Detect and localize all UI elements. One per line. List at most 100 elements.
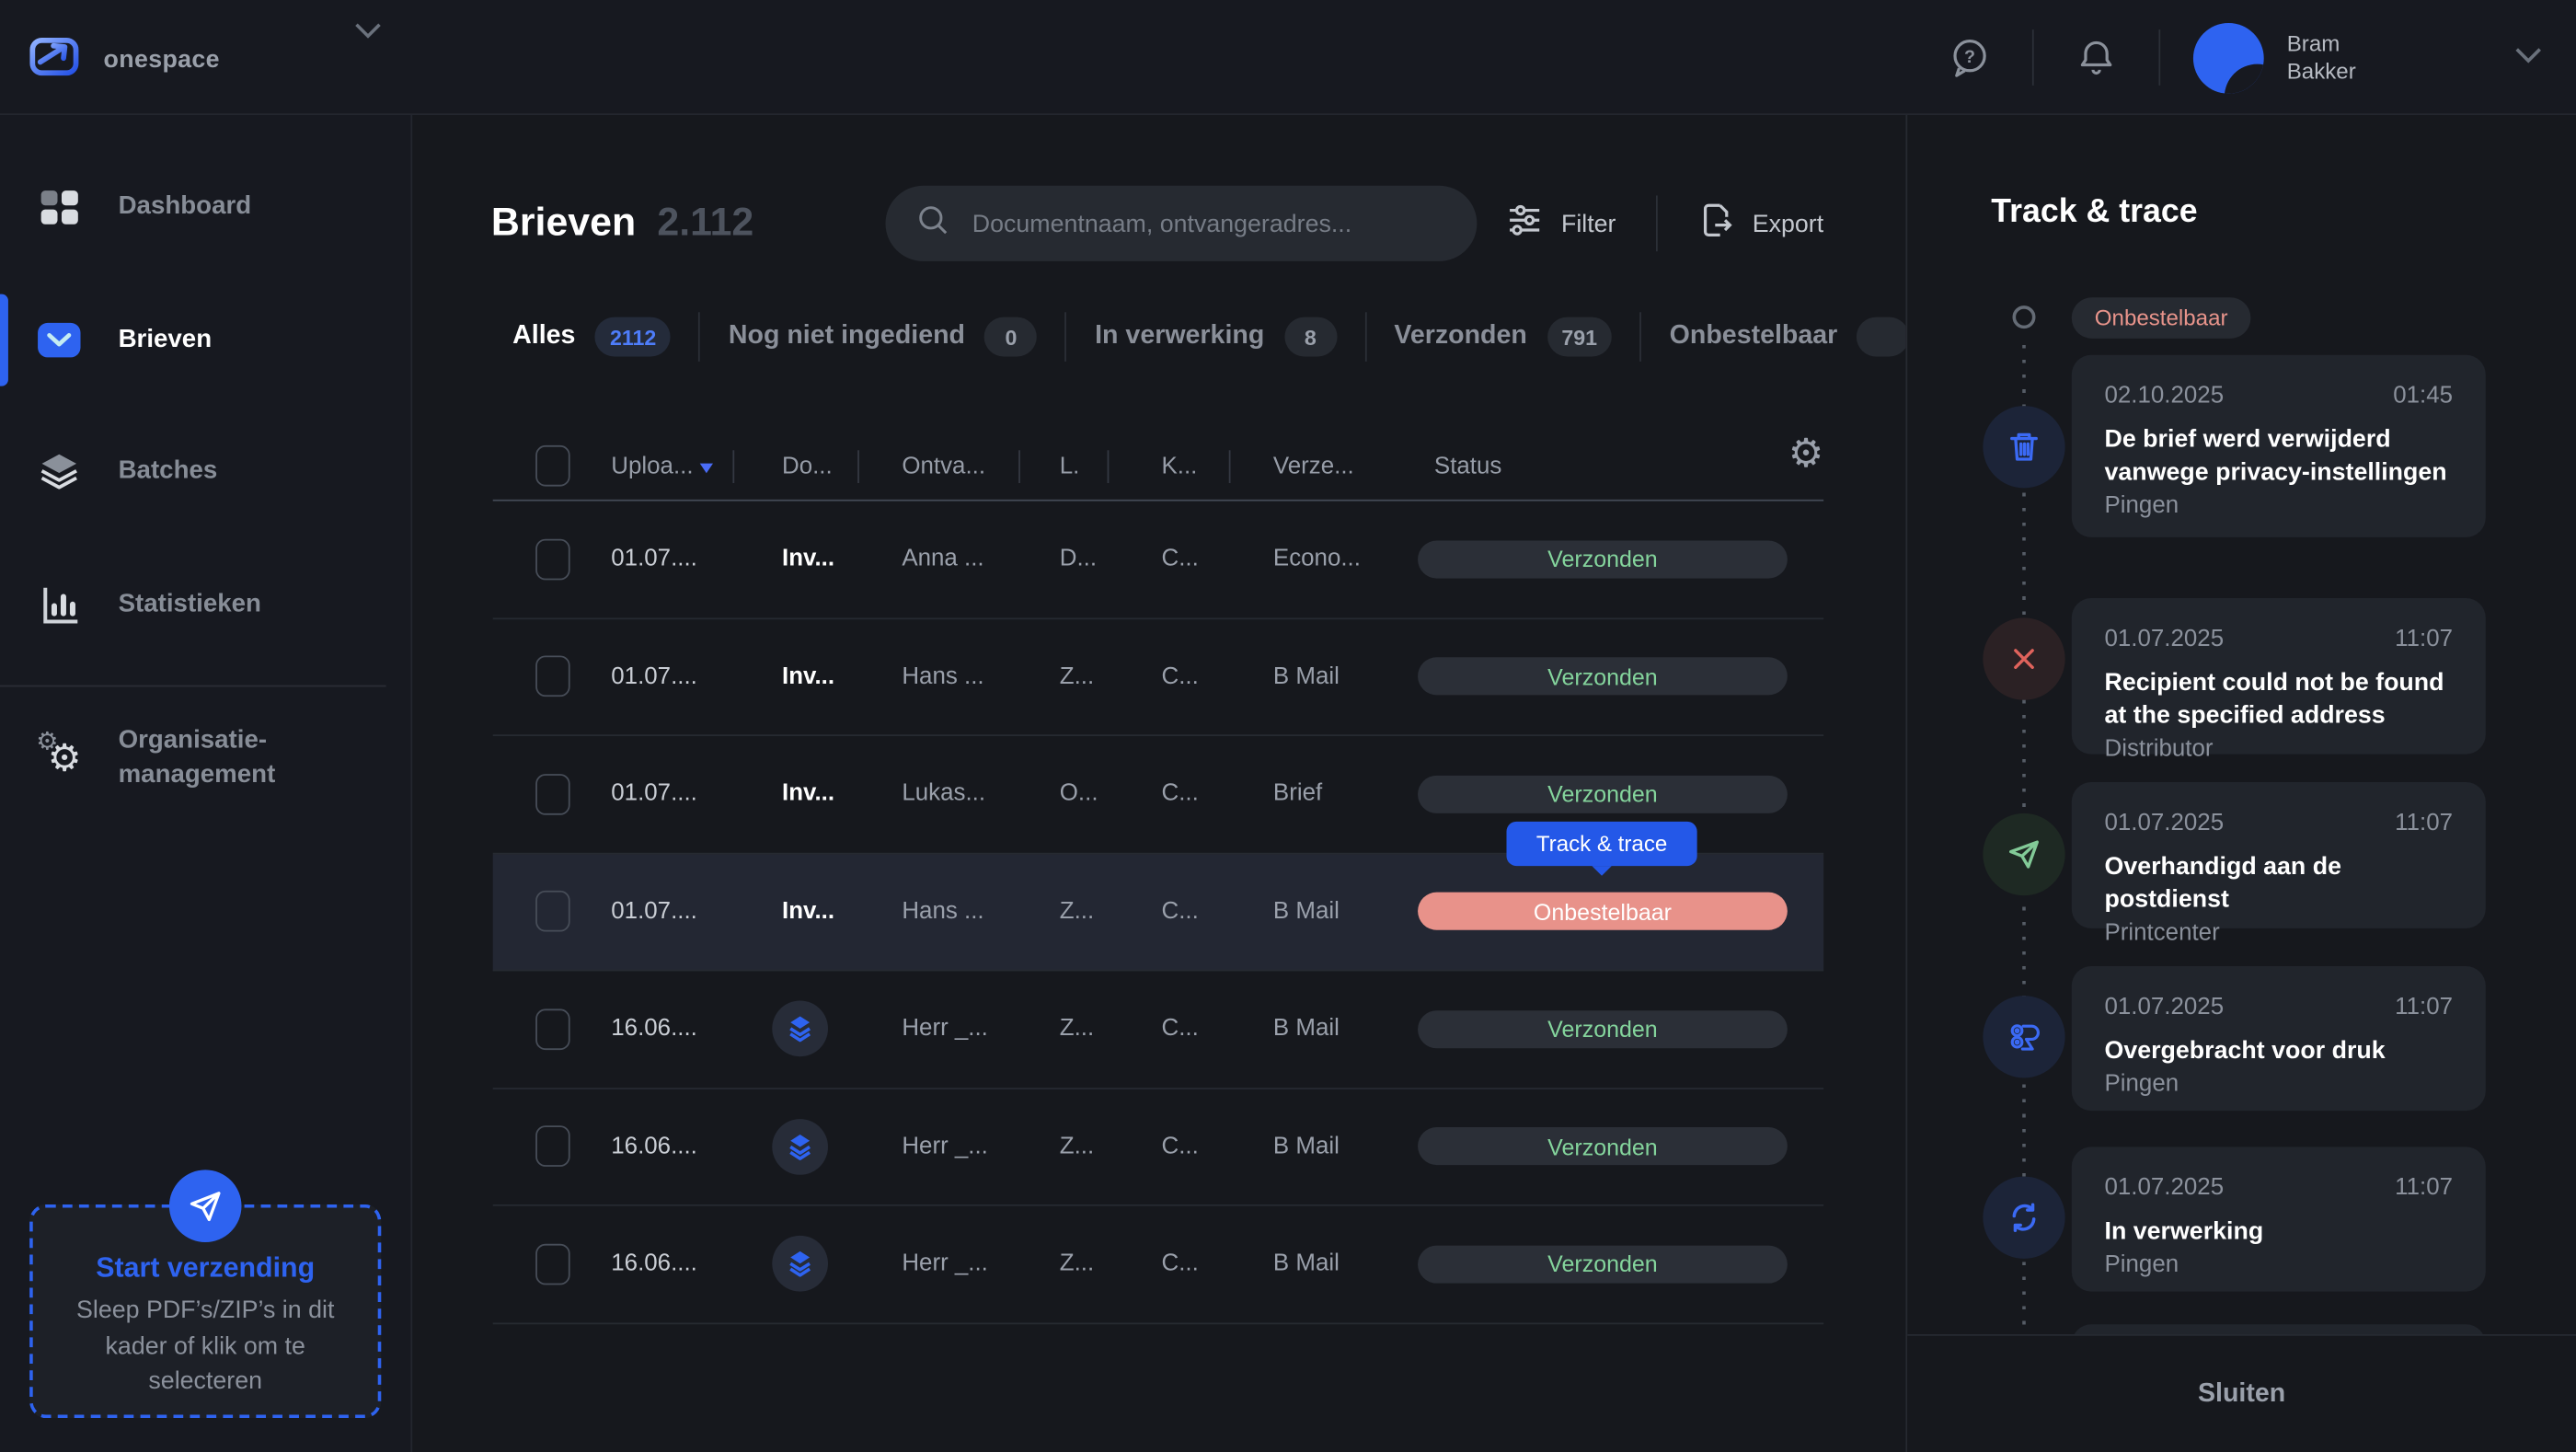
row-checkbox[interactable] — [535, 1243, 570, 1285]
batch-layers-icon — [772, 1119, 828, 1175]
sidebar-item-organisatie-management[interactable]: ⚙⚙ Organisatie- management — [0, 720, 410, 795]
main-content: Brieven 2.112 — [412, 115, 1905, 1452]
divider — [1655, 195, 1657, 251]
error-x-icon — [1983, 617, 2064, 699]
notifications-bell-icon[interactable] — [2066, 28, 2125, 86]
column-k[interactable]: K... — [1108, 453, 1229, 479]
status-badge[interactable]: Verzonden — [1418, 1127, 1788, 1165]
export-button[interactable]: Export — [1696, 201, 1823, 247]
divider — [1364, 312, 1366, 362]
topbar: onespace ? Bram — [0, 0, 2576, 115]
tab-badge: 0 — [984, 317, 1037, 357]
dropzone-description: Sleep PDF’s/ZIP’s in dit kader of klik o… — [56, 1293, 355, 1399]
page-title: Brieven — [491, 201, 636, 247]
sidebar-item-brieven[interactable]: Brieven — [0, 304, 410, 376]
status-badge[interactable]: Verzonden — [1418, 658, 1788, 696]
send-plane-icon — [169, 1170, 242, 1242]
table-header: Uploa... Do... Ontva... L. K... Verze...… — [493, 432, 1823, 501]
event-time: 11:07 — [2395, 626, 2453, 652]
workspace-chevron-down-icon[interactable] — [353, 18, 383, 48]
event-title: De brief werd verwijderd vanwege privacy… — [2104, 424, 2453, 490]
user-menu-chevron-down-icon[interactable] — [2513, 42, 2543, 72]
search-box[interactable] — [885, 186, 1477, 261]
column-recipient[interactable]: Ontva... — [857, 453, 1018, 479]
tab-nog-niet-ingediend[interactable]: Nog niet ingediend 0 — [729, 317, 1038, 357]
divider — [1065, 312, 1067, 362]
row-checkbox[interactable] — [535, 656, 570, 697]
event-time: 11:07 — [2395, 810, 2453, 836]
status-tabs: Alles 2112 Nog niet ingediend 0 In verwe… — [512, 304, 1905, 369]
panel-footer: Sluiten — [1907, 1334, 2576, 1452]
column-status[interactable]: Status ⚙ — [1390, 453, 1823, 479]
event-source: Pingen — [2104, 493, 2453, 520]
svg-text:?: ? — [1964, 47, 1975, 67]
table-row[interactable]: 16.06.... Herr _... Z... C... B Mail Ver… — [493, 971, 1823, 1089]
tab-badge — [1857, 317, 1906, 357]
search-icon — [914, 202, 950, 246]
tab-badge: 791 — [1547, 317, 1612, 357]
status-badge[interactable]: Verzonden — [1418, 1010, 1788, 1048]
status-badge[interactable]: Verzonden — [1418, 1245, 1788, 1283]
page-count: 2.112 — [657, 201, 753, 247]
select-all-checkbox[interactable] — [535, 445, 570, 487]
column-shipment[interactable]: Verze... — [1229, 453, 1390, 479]
table-row[interactable]: 16.06.... Herr _... Z... C... B Mail Ver… — [493, 1206, 1823, 1324]
status-badge-onbestelbaar[interactable]: Onbestelbaar — [1418, 893, 1788, 930]
row-checkbox[interactable] — [535, 1126, 570, 1168]
topbar-actions: ? Bram Bakker — [1940, 0, 2543, 115]
event-source: Pingen — [2104, 1071, 2453, 1098]
event-title: Overhandigd aan de postdienst — [2104, 851, 2453, 916]
sidebar-item-label: Organisatie- management — [119, 723, 276, 792]
tab-alles[interactable]: Alles 2112 — [512, 317, 671, 357]
tab-onbestelbaar[interactable]: Onbestelbaar — [1670, 317, 1906, 357]
refresh-icon — [1983, 1177, 2064, 1259]
brand[interactable]: onespace — [27, 28, 220, 92]
table-row-selected[interactable]: 01.07.... Inv... Hans ... Z... C... B Ma… — [493, 854, 1823, 972]
upload-dropzone[interactable]: Start verzending Sleep PDF’s/ZIP’s in di… — [29, 1204, 381, 1418]
trash-icon — [1983, 406, 2064, 488]
panel-title: Track & trace — [1991, 194, 2197, 232]
gears-icon: ⚙⚙ — [36, 734, 82, 780]
filter-button[interactable]: Filter — [1505, 201, 1616, 247]
row-checkbox[interactable] — [535, 538, 570, 580]
tab-in-verwerking[interactable]: In verwerking 8 — [1095, 317, 1337, 357]
status-badge[interactable]: Verzonden — [1418, 540, 1788, 578]
table-row[interactable]: 01.07.... Inv... Anna ... D... C... Econ… — [493, 501, 1823, 619]
table-row[interactable]: 16.06.... Herr _... Z... C... B Mail Ver… — [493, 1089, 1823, 1206]
column-document[interactable]: Do... — [732, 453, 857, 479]
row-checkbox[interactable] — [535, 1008, 570, 1050]
close-panel-button[interactable]: Sluiten — [2198, 1379, 2285, 1409]
sidebar-item-statistieken[interactable]: Statistieken — [0, 569, 410, 641]
tab-verzonden[interactable]: Verzonden 791 — [1394, 317, 1612, 357]
event-title: Overgebracht voor druk — [2104, 1035, 2453, 1068]
tab-badge: 8 — [1284, 317, 1337, 357]
event-source: Printcenter — [2104, 920, 2453, 947]
sidebar-divider — [0, 686, 386, 687]
timeline-event-card[interactable]: 01.07.202511:07 Overgebracht voor druk P… — [2072, 966, 2486, 1111]
timeline-start-node — [2012, 305, 2035, 328]
table-settings-gear-icon[interactable]: ⚙ — [1788, 430, 1823, 478]
track-trace-tooltip[interactable]: Track & trace — [1506, 822, 1696, 866]
user-avatar[interactable] — [2193, 22, 2264, 93]
timeline-event-card[interactable]: 02.10.202501:45 De brief werd verwijderd… — [2072, 355, 2486, 537]
help-icon[interactable]: ? — [1940, 28, 1999, 86]
event-date: 01.07.2025 — [2104, 810, 2224, 836]
divider — [2158, 29, 2160, 86]
column-upload[interactable]: Uploa... — [570, 453, 733, 479]
dropzone-title: Start verzending — [33, 1252, 378, 1285]
export-document-icon — [1696, 201, 1736, 247]
search-input[interactable] — [972, 210, 1432, 237]
timeline-event-card[interactable]: 01.07.202511:07 In verwerking Pingen — [2072, 1147, 2486, 1291]
divider — [1640, 312, 1642, 362]
sidebar-item-dashboard[interactable]: Dashboard — [0, 171, 410, 244]
batch-layers-icon — [772, 1001, 828, 1057]
status-badge[interactable]: Verzonden — [1418, 775, 1788, 812]
timeline-event-card[interactable]: 01.07.2025 11:07 Overhandigd aan de postd… — [2072, 782, 2486, 928]
sidebar-item-batches[interactable]: Batches — [0, 435, 410, 508]
table-row[interactable]: 01.07.... Inv... Hans ... Z... C... B Ma… — [493, 618, 1823, 736]
column-l[interactable]: L. — [1018, 453, 1107, 479]
filter-sliders-icon — [1505, 201, 1545, 247]
row-checkbox[interactable] — [535, 891, 570, 932]
row-checkbox[interactable] — [535, 774, 570, 815]
timeline-event-card[interactable]: 01.07.202511:07 Recipient could not be f… — [2072, 598, 2486, 755]
